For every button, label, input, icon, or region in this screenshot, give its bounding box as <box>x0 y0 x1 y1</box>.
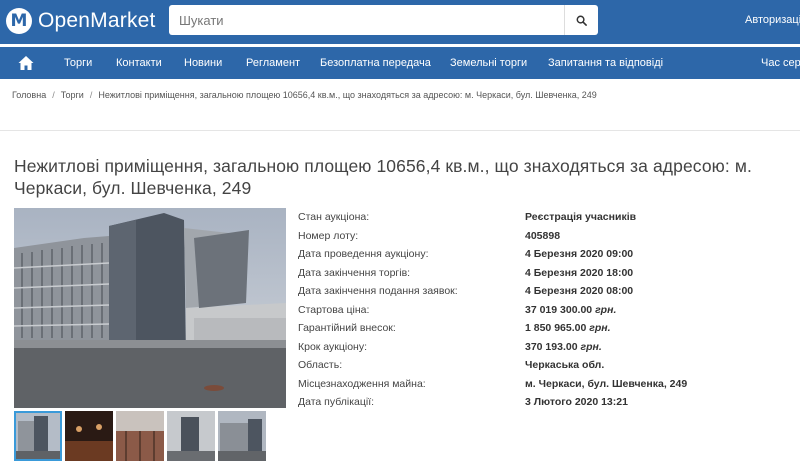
detail-row: Дата закінчення подання заявок: 4 Березн… <box>298 285 798 303</box>
divider <box>0 130 800 131</box>
thumbnail-5[interactable] <box>218 411 266 461</box>
detail-label: Гарантійний внесок: <box>298 322 396 334</box>
detail-label: Стан аукціона: <box>298 211 370 223</box>
detail-row: Дата публікації: 3 Лютого 2020 13:21 <box>298 396 798 414</box>
thumbnail-strip <box>14 411 286 463</box>
detail-value: 370 193.00 грн. <box>525 340 602 353</box>
detail-value: 4 Березня 2020 08:00 <box>525 285 634 297</box>
search-input[interactable] <box>169 5 564 35</box>
currency-unit: грн. <box>589 322 611 334</box>
detail-label: Місцезнаходження майна: <box>298 377 426 390</box>
thumbnail-4[interactable] <box>167 411 215 461</box>
nav-item-land-auctions[interactable]: Земельні торги <box>450 57 527 69</box>
currency-unit: грн. <box>580 340 602 353</box>
logo-text: OpenMarket <box>38 9 156 32</box>
building-photo <box>14 208 286 408</box>
detail-value: 3 Лютого 2020 13:21 <box>525 396 628 408</box>
detail-value: Черкаська обл. <box>525 359 605 371</box>
detail-row: Дата закінчення торгів: 4 Березня 2020 1… <box>298 267 798 285</box>
detail-label: Дата публікації: <box>298 396 375 408</box>
page-title: Нежитлові приміщення, загальною площею 1… <box>14 156 752 198</box>
detail-value: 405898 <box>525 229 561 242</box>
main-nav: Торги Контакти Новини Регламент Безоплат… <box>0 47 800 79</box>
nav-item-server-time[interactable]: Час сер <box>761 57 800 69</box>
thumbnail-1[interactable] <box>14 411 62 461</box>
nav-item-contacts[interactable]: Контакти <box>116 57 162 69</box>
detail-value: м. Черкаси, бул. Шевченка, 249 <box>525 377 688 390</box>
detail-row: Гарантійний внесок: 1 850 965.00 грн. <box>298 322 798 340</box>
detail-label: Область: <box>298 359 343 371</box>
breadcrumb-current: Нежитлові приміщення, загальною площею 1… <box>98 90 597 100</box>
detail-label: Дата закінчення торгів: <box>298 266 411 279</box>
search-icon <box>576 15 587 26</box>
detail-value: 4 Березня 2020 09:00 <box>525 248 634 260</box>
breadcrumb: Головна / Торги / Нежитлові приміщення, зага… <box>12 90 597 100</box>
detail-value: Реєстрація учасників <box>525 211 637 223</box>
currency-unit: грн. <box>595 303 617 316</box>
detail-row: Область: Черкаська обл. <box>298 359 798 377</box>
detail-row: Дата проведення аукціону: 4 Березня 2020… <box>298 248 798 266</box>
breadcrumb-torgy[interactable]: Торги <box>61 90 84 100</box>
nav-item-torgy[interactable]: Торги <box>64 57 92 69</box>
logo-icon: M <box>6 8 32 34</box>
nav-item-regulations[interactable]: Регламент <box>246 57 300 69</box>
login-link[interactable]: Авторизація <box>745 14 800 26</box>
nav-item-news[interactable]: Новини <box>184 57 222 69</box>
detail-label: Дата закінчення подання заявок: <box>298 285 458 297</box>
detail-value: 37 019 300.00 грн. <box>525 303 617 316</box>
main-photo[interactable] <box>14 208 286 408</box>
logo[interactable]: M OpenMarket <box>6 7 156 35</box>
thumbnail-3[interactable] <box>116 411 164 461</box>
detail-label: Номер лоту: <box>298 229 359 242</box>
detail-value: 4 Березня 2020 18:00 <box>525 266 634 279</box>
thumbnail-2[interactable] <box>65 411 113 461</box>
detail-row: Крок аукціону: 370 193.00 грн. <box>298 341 798 359</box>
detail-row: Стартова ціна: 37 019 300.00 грн. <box>298 304 798 322</box>
search-button[interactable] <box>564 5 598 35</box>
nav-item-faq[interactable]: Запитання та відповіді <box>548 57 663 69</box>
detail-value: 1 850 965.00 грн. <box>525 322 611 334</box>
detail-row: Номер лоту: 405898 <box>298 230 798 248</box>
detail-label: Стартова ціна: <box>298 303 370 316</box>
detail-row: Місцезнаходження майна: м. Черкаси, бул.… <box>298 378 798 396</box>
breadcrumb-home[interactable]: Головна <box>12 90 46 100</box>
search-box <box>169 5 598 35</box>
nav-item-free-transfer[interactable]: Безоплатна передача <box>320 57 431 69</box>
detail-label: Крок аукціону: <box>298 340 368 353</box>
detail-row: Стан аукціона: Реєстрація учасників <box>298 211 798 229</box>
top-bar: M OpenMarket Авторизація <box>0 0 800 44</box>
detail-label: Дата проведення аукціону: <box>298 248 429 260</box>
home-icon[interactable] <box>17 54 35 72</box>
